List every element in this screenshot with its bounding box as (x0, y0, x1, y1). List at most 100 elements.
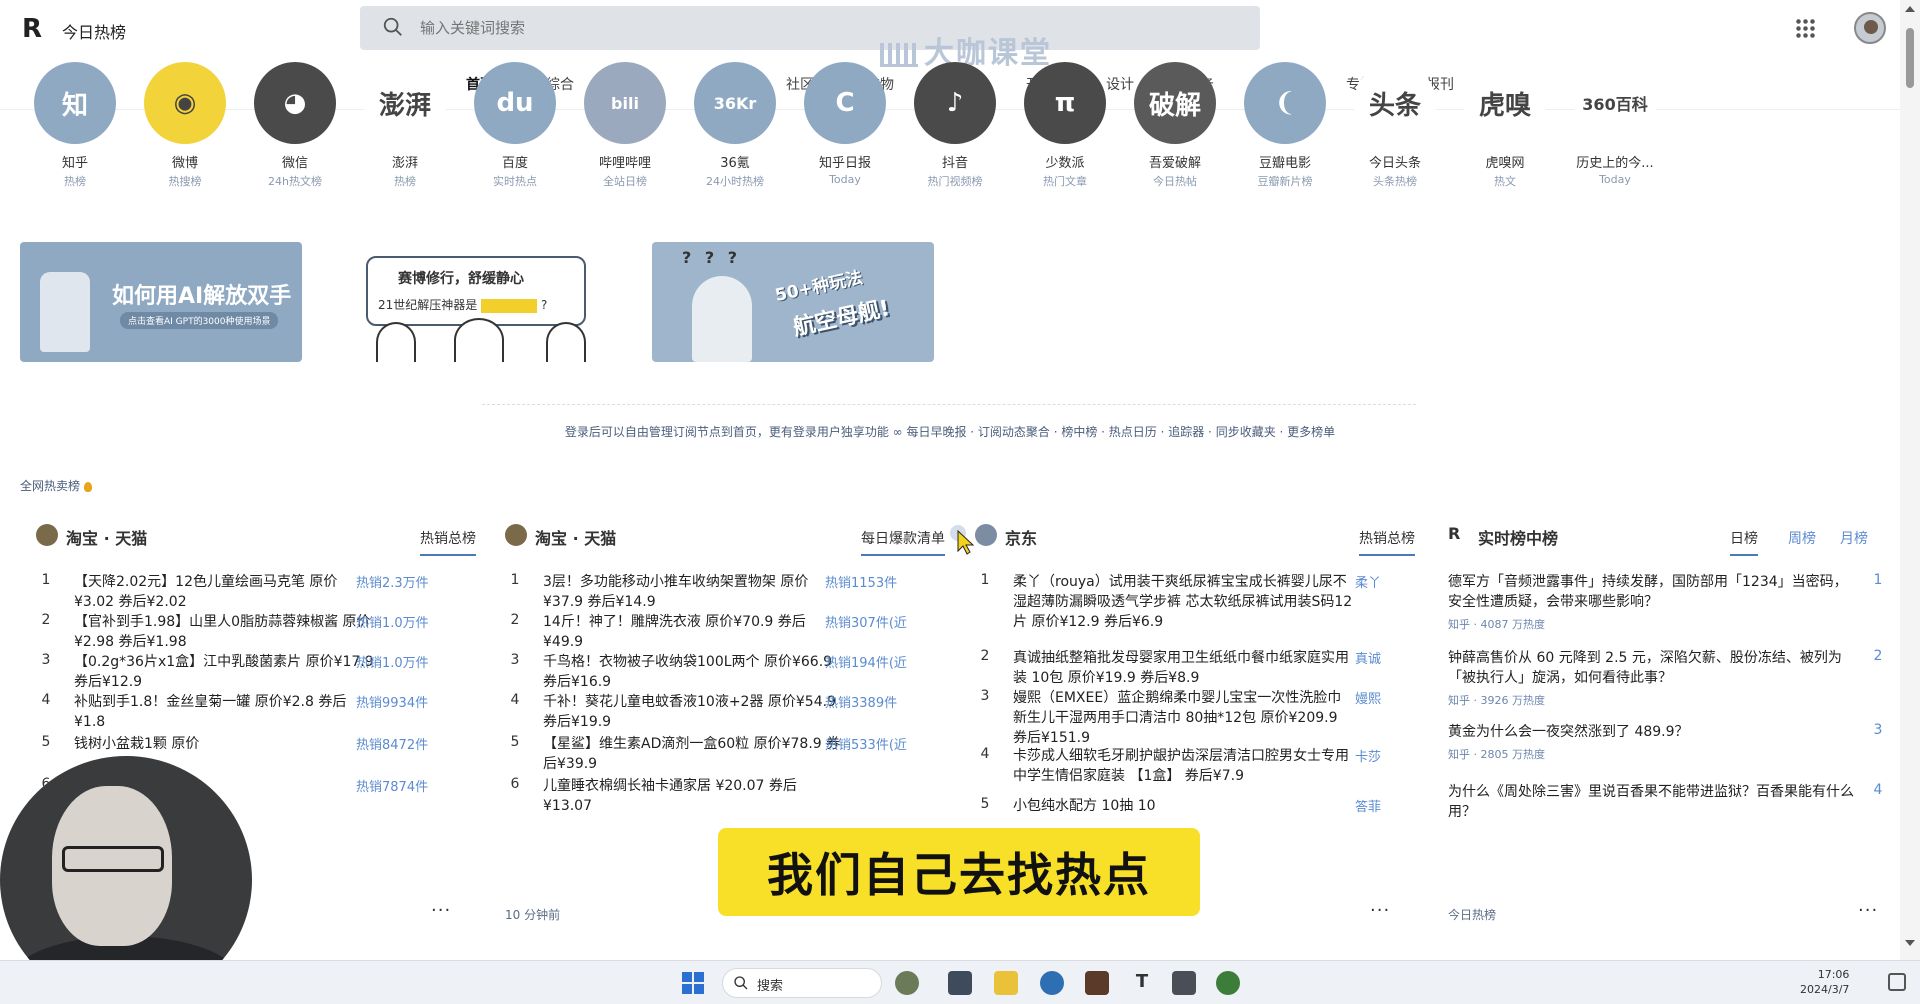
source-item[interactable]: 知知乎 热榜 (20, 62, 130, 210)
list-item[interactable]: 2 真诚抽纸整箱批发母婴家用卫生纸纸巾餐巾纸家庭实用装 10包 原价¥19.9 券… (975, 648, 1415, 688)
list-item[interactable]: 3 黄金为什么会一夜突然涨到了 489.9？ 知乎 · 2805 万热度 (1448, 722, 1888, 762)
item-title[interactable]: 德军方「音频泄露事件」持续发酵，国防部用「1234」当密码，安全性遭质疑，会带来… (1448, 572, 1858, 612)
bars-icon (880, 42, 918, 67)
notification-icon[interactable] (1888, 973, 1906, 991)
list-item[interactable]: 3 嫚熙（EMXEE）蓝企鹅绵柔巾婴儿宝宝一次性洗脸巾新生儿干湿两用手口清洁巾 8… (975, 688, 1415, 748)
card-tab[interactable]: 日榜 (1730, 528, 1758, 556)
card-tab[interactable]: 月榜 (1840, 528, 1868, 554)
source-item[interactable]: 36Kr 36氪 24小时热榜 (680, 62, 790, 210)
taskbar-search[interactable]: 搜索 (722, 968, 882, 998)
source-item[interactable]: ❨ 豆瓣电影 豆瓣新片榜 (1230, 62, 1340, 210)
list-item[interactable]: 2 钟薛高售价从 60 元降到 2.5 元，深陷欠薪、股份冻结、被列为「被执行人」… (1448, 648, 1888, 708)
store-icon[interactable] (1085, 971, 1109, 995)
list-item[interactable]: 4 为什么《周处除三害》里说百香果不能带进监狱？百香果能有什么用？ (1448, 782, 1888, 822)
item-title[interactable]: 【官补到手1.98】山里人0脂肪蒜蓉辣椒酱 原价¥2.98 券后¥1.98 (74, 612, 374, 652)
source-item[interactable]: π 少数派 热门文章 (1010, 62, 1120, 210)
item-title[interactable]: 钱树小盆栽1颗 原价 (74, 734, 374, 754)
list-item[interactable]: 5 【星鲨】维生素AD滴剂一盒60粒 原价¥78.9 券后¥39.9 热销533件(… (505, 734, 945, 774)
item-title[interactable]: 14斤！神了！雕牌洗衣液 原价¥70.9 券后¥49.9 (543, 612, 843, 652)
scroll-up-icon[interactable] (1905, 6, 1915, 12)
page-scrollbar[interactable] (1900, 0, 1920, 960)
list-item[interactable]: 2 14斤！神了！雕牌洗衣液 原价¥70.9 券后¥49.9 热销307件(近 (505, 612, 945, 652)
list-item[interactable]: 1 德军方「音频泄露事件」持续发酵，国防部用「1234」当密码，安全性遭质疑，会带… (1448, 572, 1888, 632)
source-name: 36氪 (720, 156, 750, 171)
search-bar[interactable] (360, 6, 1260, 50)
browser-icon[interactable] (895, 971, 919, 995)
source-item[interactable]: 头条 今日头条 头条热榜 (1340, 62, 1450, 210)
item-title[interactable]: 千鸟格！衣物被子收纳袋100L两个 原价¥66.9 券后¥16.9 (543, 652, 843, 692)
login-promo[interactable]: 登录后可以自由管理订阅节点到首页，更有登录用户独享功能 ∞ 每日早晚报 · 订阅… (0, 423, 1900, 440)
more-menu-icon[interactable]: ··· (1370, 900, 1390, 921)
item-title[interactable]: 嫚熙（EMXEE）蓝企鹅绵柔巾婴儿宝宝一次性洗脸巾新生儿干湿两用手口清洁巾 80… (1013, 688, 1353, 748)
apps-grid-icon[interactable] (1795, 18, 1815, 38)
list-item[interactable]: 1 【天降2.02元】12色儿童绘画马克笔 原价¥3.02 券后¥2.02 热销2.… (36, 572, 476, 612)
source-name: 澎湃 (391, 156, 418, 171)
recorder-icon[interactable] (1216, 971, 1240, 995)
list-item[interactable]: 4 千补！葵花儿童电蚊香液10液+2器 原价¥54.9 券后¥19.9 热销3389… (505, 692, 945, 732)
item-title[interactable]: 补贴到手1.8！金丝皇菊一罐 原价¥2.8 券后¥1.8 (74, 692, 374, 732)
source-item[interactable]: bili 哔哩哔哩 全站日榜 (570, 62, 680, 210)
user-avatar[interactable] (1854, 12, 1886, 44)
sales-metric: 热销1.0万件 (356, 616, 429, 631)
card-tab[interactable]: 周榜 (1788, 528, 1816, 554)
item-title[interactable]: 小包纯水配方 10抽 10 (1013, 796, 1353, 816)
item-title[interactable]: 真诚抽纸整箱批发母婴家用卫生纸纸巾餐巾纸家庭实用装 10包 原价¥19.9 券后… (1013, 648, 1353, 688)
scroll-thumb[interactable] (1906, 28, 1914, 88)
source-item[interactable]: ◕ 微信 24h热文榜 (240, 62, 350, 210)
item-title[interactable]: 卡莎成人细软毛牙刷护龈护齿深层清洁口腔男女士专用中学生情侣家庭装 【1盒】 券后… (1013, 746, 1353, 786)
windows-start-icon[interactable] (682, 972, 704, 994)
notepad-icon[interactable] (1172, 971, 1196, 995)
item-title[interactable]: 为什么《周处除三害》里说百香果不能带进监狱？百香果能有什么用？ (1448, 782, 1858, 822)
list-item[interactable]: 2 【官补到手1.98】山里人0脂肪蒜蓉辣椒酱 原价¥2.98 券后¥1.98 热销… (36, 612, 476, 652)
list-item[interactable]: 1 3层！多功能移动小推车收纳架置物架 原价¥37.9 券后¥14.9 热销1153… (505, 572, 945, 612)
card-tab[interactable]: 热销总榜 (420, 528, 476, 556)
item-title[interactable]: 千补！葵花儿童电蚊香液10液+2器 原价¥54.9 券后¥19.9 (543, 692, 843, 732)
item-title[interactable]: 柔丫（rouya）试用装干爽纸尿裤宝宝成长裤婴儿尿不湿超薄防漏瞬吸透气学步裤 芯… (1013, 572, 1353, 632)
list-item[interactable]: 6 儿童睡衣棉绸长袖卡通家居 ¥20.07 券后¥13.07 (505, 776, 945, 816)
list-item[interactable]: 3 千鸟格！衣物被子收纳袋100L两个 原价¥66.9 券后¥16.9 热销194件… (505, 652, 945, 692)
text-editor-icon[interactable]: T (1130, 971, 1154, 995)
source-name: 微博 (171, 156, 198, 171)
source-item[interactable]: 破解 吾爱破解 今日热帖 (1120, 62, 1230, 210)
search-input[interactable] (420, 14, 820, 42)
source-item[interactable]: ◉ 微博 热搜榜 (130, 62, 240, 210)
more-menu-icon[interactable]: ··· (431, 900, 451, 921)
card-title[interactable]: 淘宝 · 天猫 (66, 525, 147, 549)
item-title[interactable]: 钟薛高售价从 60 元降到 2.5 元，深陷欠薪、股份冻结、被列为「被执行人」旋… (1448, 648, 1858, 688)
list-item[interactable]: 4 卡莎成人细软毛牙刷护龈护齿深层清洁口腔男女士专用中学生情侣家庭装 【1盒】 券… (975, 746, 1415, 786)
card-title[interactable]: 京东 (1005, 525, 1037, 549)
card-tab[interactable]: 每日爆款清单 (861, 528, 945, 556)
source-item[interactable]: C 知乎日报 Today (790, 62, 900, 210)
item-title[interactable]: 3层！多功能移动小推车收纳架置物架 原价¥37.9 券后¥14.9 (543, 572, 843, 612)
item-title[interactable]: 黄金为什么会一夜突然涨到了 489.9？ (1448, 722, 1858, 742)
banner-meditation[interactable]: 赛博修行，舒缓静心 21世纪解压神器是 ? (336, 242, 618, 362)
more-menu-icon[interactable]: ··· (1858, 900, 1878, 921)
system-clock[interactable]: 17:06 2024/3/7 (1800, 967, 1849, 997)
rank-number: 1 (41, 572, 51, 588)
source-item[interactable]: du 百度 实时热点 (460, 62, 570, 210)
item-title[interactable]: 儿童睡衣棉绸长袖卡通家居 ¥20.07 券后¥13.07 (543, 776, 843, 816)
banner-carrier[interactable]: ? ? ? 50+种玩法 航空母舰! (652, 242, 934, 362)
source-item[interactable]: 360百科 历史上的今... Today (1560, 62, 1670, 210)
app-title[interactable]: 今日热榜 (62, 19, 126, 43)
app-logo[interactable]: R (22, 14, 48, 44)
item-title[interactable]: 【天降2.02元】12色儿童绘画马克笔 原价¥3.02 券后¥2.02 (74, 572, 374, 612)
banner-ai[interactable]: 如何用AI解放双手 点击查看AI GPT的3000种使用场景 (20, 242, 302, 362)
banner-ai-sub: 点击查看AI GPT的3000种使用场景 (120, 312, 279, 329)
item-title[interactable]: 【星鲨】维生素AD滴剂一盒60粒 原价¥78.9 券后¥39.9 (543, 734, 843, 774)
list-item[interactable]: 3 【0.2g*36片x1盒】江中乳酸菌素片 原价¥17.9 券后¥12.9 热销1… (36, 652, 476, 692)
source-item[interactable]: 澎湃 澎湃 热榜 (350, 62, 460, 210)
list-item[interactable]: 1 柔丫（rouya）试用装干爽纸尿裤宝宝成长裤婴儿尿不湿超薄防漏瞬吸透气学步裤 … (975, 572, 1415, 632)
card-title[interactable]: 实时榜中榜 (1478, 525, 1558, 549)
source-item[interactable]: ♪ 抖音 热门视频榜 (900, 62, 1010, 210)
card-title[interactable]: 淘宝 · 天猫 (535, 525, 616, 549)
folder-icon[interactable] (994, 971, 1018, 995)
card-tab[interactable]: 热销总榜 (1359, 528, 1415, 556)
edge-icon[interactable] (1040, 971, 1064, 995)
source-item[interactable]: 虎嗅 虎嗅网 热文 (1450, 62, 1560, 210)
list-item[interactable]: 4 补贴到手1.8！金丝皇菊一罐 原价¥2.8 券后¥1.8 热销9934件 (36, 692, 476, 732)
scroll-down-icon[interactable] (1905, 940, 1915, 946)
item-title[interactable]: 【0.2g*36片x1盒】江中乳酸菌素片 原价¥17.9 券后¥12.9 (74, 652, 374, 692)
app-icon[interactable] (948, 971, 972, 995)
rank-number: 3 (1873, 722, 1883, 738)
